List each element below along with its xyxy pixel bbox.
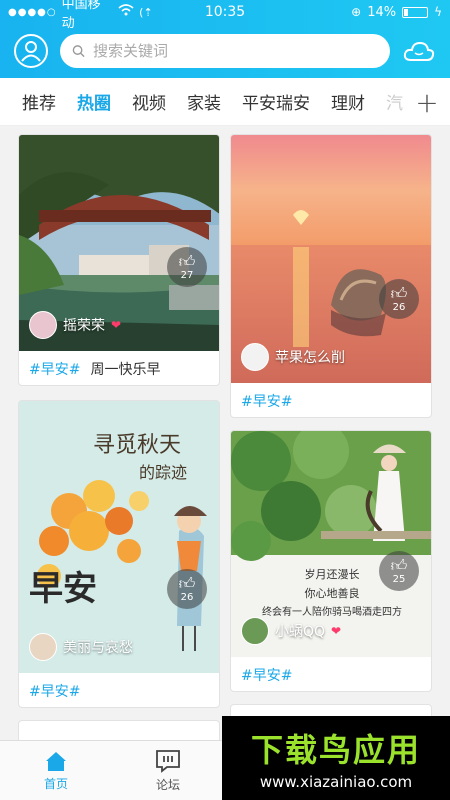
post-author[interactable]: 美丽与哀愁 (29, 633, 133, 661)
art-title: 寻觅秋天 (93, 427, 181, 459)
search-bar[interactable] (60, 34, 390, 68)
nav-home[interactable]: 首页 (0, 741, 112, 800)
header: ●●●●○ 中国移动 (⇡ 10:35 ⊕ 14% ϟ (0, 0, 450, 78)
signal-icon: ●●●●○ (8, 6, 57, 18)
art-title-line-1: 寻觅秋天 (93, 433, 182, 458)
status-bar: ●●●●○ 中国移动 (⇡ 10:35 ⊕ 14% ϟ (0, 0, 450, 31)
search-icon (72, 45, 85, 58)
post-caption: 周一快乐早 (90, 362, 161, 378)
like-count: 27 (180, 269, 194, 281)
post-author[interactable]: 苹果怎么削 (241, 343, 345, 371)
profile-button[interactable] (14, 34, 48, 68)
tab-finance[interactable]: 理财 (331, 89, 365, 114)
forum-icon (156, 749, 180, 773)
tab-video[interactable]: 视频 (132, 89, 166, 114)
user-icon (21, 41, 41, 62)
art-subtitle: 的踪迹 (139, 459, 187, 483)
author-name: 摇荣荣 (63, 318, 105, 334)
status-time: 10:35 (204, 4, 246, 20)
cloud-icon (403, 41, 435, 61)
post-author[interactable]: 小蜗QQ ❤ (241, 617, 341, 645)
wifi-icon (118, 4, 134, 20)
search-input[interactable] (93, 42, 378, 60)
tab-home-decor[interactable]: 家装 (187, 89, 221, 114)
author-name: 美丽与哀愁 (63, 640, 133, 656)
post-tag[interactable]: #早安# (241, 391, 292, 411)
heart-icon: ❤ (331, 624, 342, 638)
watermark: 下载鸟应用 www.xiazainiao.com (222, 716, 450, 800)
like-badge[interactable]: 👍︎ 26 (379, 279, 419, 319)
like-badge[interactable]: 👍︎ 26 (167, 569, 207, 609)
post-author[interactable]: 摇荣荣 ❤ (29, 311, 121, 339)
carrier-label: 中国移动 (61, 0, 101, 31)
add-tab-button[interactable]: + (404, 78, 450, 125)
tab-hot-circle[interactable]: 热圈 (77, 89, 111, 114)
orientation-lock-icon: ⊕ (351, 5, 362, 19)
battery-icon (402, 6, 429, 18)
tab-auto[interactable]: 汽 (386, 89, 403, 114)
thumbs-up-icon: 👍︎ (390, 555, 408, 575)
nav-forum[interactable]: 论坛 (112, 741, 224, 800)
like-count: 25 (392, 573, 406, 585)
post-image[interactable]: 岁月还漫长 你心地善良 终会有一人陪你骑马喝酒走四方 👍︎ 25 小蜗QQ ❤ (231, 431, 431, 657)
like-count: 26 (392, 301, 406, 313)
post-card[interactable]: 寻觅秋天 的踪迹 早安 👍︎ 26 美丽与哀愁 #早安# (18, 400, 220, 708)
tab-pingan-ruian[interactable]: 平安瑞安 (242, 89, 310, 114)
post-tag[interactable]: #早安# (241, 665, 292, 685)
author-name: 小蜗QQ (275, 624, 326, 640)
avatar (241, 617, 269, 645)
post-image[interactable]: 👍︎ 27 摇荣荣 ❤ (19, 135, 219, 351)
post-card[interactable]: 👍︎ 27 摇荣荣 ❤ #早安# 周一快乐早 (18, 134, 220, 386)
tab-recommend[interactable]: 推荐 (22, 89, 56, 114)
watermark-title: 下载鸟应用 (250, 731, 421, 769)
cloud-button[interactable] (402, 34, 436, 68)
avatar (29, 633, 57, 661)
post-image[interactable]: 寻觅秋天 的踪迹 早安 👍︎ 26 美丽与哀愁 (19, 401, 219, 673)
post-tag[interactable]: #早安# (29, 681, 80, 701)
thumbs-up-icon: 👍︎ (390, 283, 408, 303)
plus-icon: + (415, 85, 439, 119)
feed: 👍︎ 27 摇荣荣 ❤ #早安# 周一快乐早 👍︎ 26 苹果怎么削 #早安# … (0, 126, 450, 740)
avatar (241, 343, 269, 371)
thumbs-up-icon: 👍︎ (178, 573, 196, 593)
post-card[interactable]: 👍︎ 26 苹果怎么削 #早安# (230, 134, 432, 418)
nav-home-label: 首页 (43, 776, 68, 791)
battery-percent: 14% (367, 4, 397, 20)
art-big-text: 早安 (29, 569, 97, 609)
post-card[interactable] (18, 720, 220, 740)
like-badge[interactable]: 👍︎ 27 (167, 247, 207, 287)
category-tabs: 推荐 热圈 视频 家装 平安瑞安 理财 汽 + (0, 78, 450, 126)
watermark-url: www.xiazainiao.com (259, 773, 413, 791)
thumbs-up-icon: 👍︎ (178, 251, 196, 271)
avatar (29, 311, 57, 339)
like-badge[interactable]: 👍︎ 25 (379, 551, 419, 591)
like-count: 26 (180, 591, 194, 603)
nav-forum-label: 论坛 (155, 777, 180, 792)
art-title-line-2: 的踪迹 (139, 463, 188, 482)
heart-icon: ❤ (111, 318, 122, 332)
home-icon (46, 751, 66, 771)
post-image[interactable]: 👍︎ 26 苹果怎么削 (231, 135, 431, 383)
post-tag[interactable]: #早安# (29, 359, 80, 379)
charging-icon: ϟ (434, 5, 443, 19)
post-card[interactable]: 岁月还漫长 你心地善良 终会有一人陪你骑马喝酒走四方 👍︎ 25 小蜗QQ ❤ … (230, 430, 432, 692)
sync-icon: (⇡ (139, 5, 153, 19)
author-name: 苹果怎么削 (275, 350, 345, 366)
